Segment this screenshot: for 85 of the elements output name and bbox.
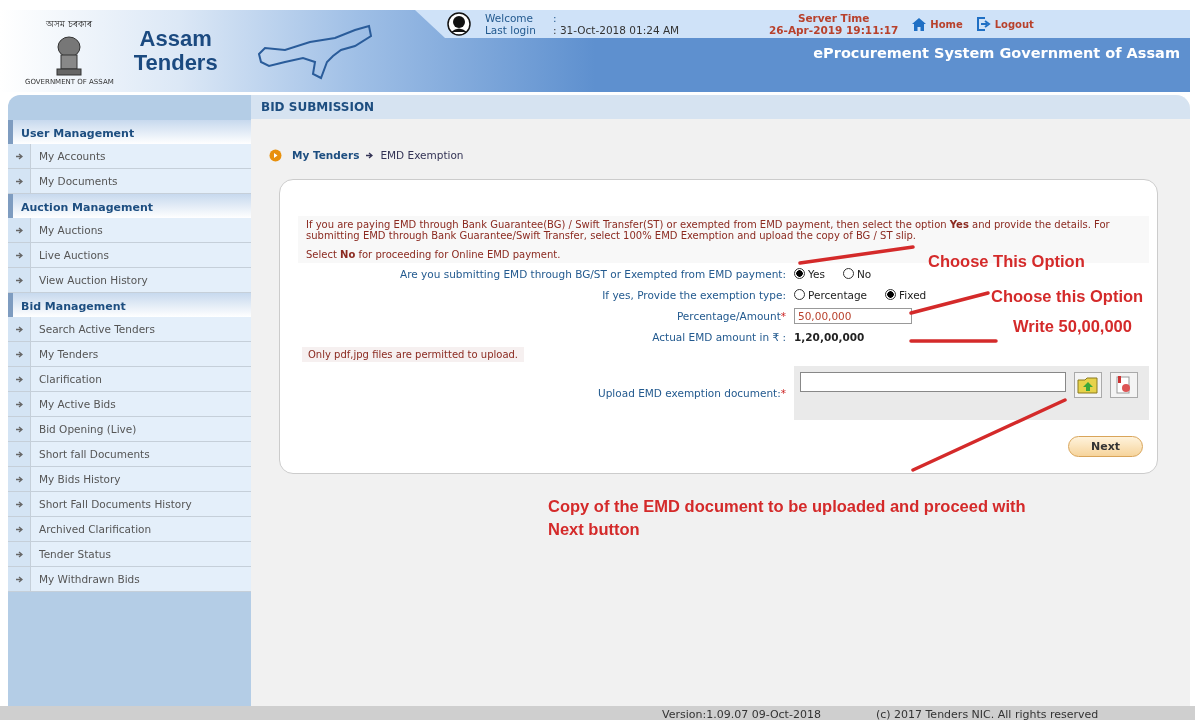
annotation-text: Choose this Option [991,286,1145,307]
sidebar-item[interactable]: My Withdrawn Bids [8,567,251,592]
question-label: If yes, Provide the exemption type: [601,288,787,301]
arrow-bullet-icon [15,500,23,508]
arrow-bullet-icon [15,400,23,408]
upload-folder-button[interactable] [1074,372,1102,398]
breadcrumb-link[interactable]: My Tenders [292,149,360,161]
file-path-field[interactable] [800,372,1066,392]
copyright-text: (c) 2017 Tenders NIC. All rights reserved [875,707,1099,720]
clear-file-button[interactable] [1110,372,1138,398]
sidebar-item[interactable]: Bid Opening (Live) [8,417,251,442]
amount-input[interactable]: 50,00,000 [794,307,912,324]
arrow-bullet-icon [15,276,23,284]
last-login-label: Last login [485,24,537,37]
sidebar-item[interactable]: Search Active Tenders [8,317,251,342]
sidebar-item[interactable]: My Bids History [8,467,251,492]
sidebar-item[interactable]: Tender Status [8,542,251,567]
amount-label: Percentage/Amount* [675,309,787,322]
arrow-bullet-icon [15,425,23,433]
govt-script-text: অসম চৰকাৰ [46,17,93,31]
sidebar-section-title: User Management [8,120,251,144]
sidebar-item[interactable]: Short Fall Documents History [8,492,251,517]
welcome-value: : [553,11,558,24]
logout-icon [976,17,991,31]
server-time-label: Server Time [797,11,870,24]
arrow-bullet-icon [15,450,23,458]
version-text: Version:1.09.07 09-Oct-2018 [662,707,821,720]
breadcrumb-current-text: EMD Exemption [380,149,464,161]
arrow-bullet-icon [15,152,23,160]
arrow-bullet-icon [15,375,23,383]
upload-label: Upload EMD exemption document:* [597,387,787,399]
sidebar-item[interactable]: Clarification [8,367,251,392]
last-login-value: : 31-Oct-2018 01:24 AM [553,24,681,37]
nav-link[interactable]: Logout [976,17,1034,31]
radio-option[interactable]: No [842,267,872,280]
arrow-bullet-icon [15,251,23,259]
arrow-bullet-icon [15,177,23,185]
annotation-text: Choose This Option [928,251,1086,272]
sidebar-section-title: Auction Management [8,194,251,218]
map-outline-icon [255,22,375,82]
radio-option[interactable]: Yes [794,267,825,280]
arrow-bullet-icon [15,325,23,333]
radio-button[interactable] [842,268,854,279]
arrow-bullet-icon [15,350,23,358]
home-icon [912,17,927,31]
site-title: Assam Tenders [133,26,218,76]
arrow-bullet-icon [15,575,23,583]
info-text: Select No for proceeding for Online EMD payment. [306,249,561,260]
sidebar-item[interactable]: Short fall Documents [8,442,251,467]
next-button[interactable]: Next [1067,436,1143,457]
arrow-bullet-icon [15,226,23,234]
radio-button[interactable] [794,268,805,279]
system-title: eProcurement System Government of Assam [812,44,1181,61]
annotation-text: Copy of the EMD document to be uploaded and proceed with Next button [548,496,1027,541]
sidebar-item[interactable]: Archived Clarification [8,517,251,542]
actual-emd-value: 1,20,00,000 [794,330,865,343]
document-icon [1115,375,1133,395]
nav-link[interactable]: Home [912,17,963,31]
sidebar-section-title: Bid Management [8,293,251,317]
radio-button[interactable] [885,289,897,300]
annotation-text: Write 50,00,000 [1013,316,1133,337]
sidebar-item[interactable]: View Auction History [8,268,251,293]
radio-option[interactable]: Percentage [794,288,868,301]
info-text: If you are paying EMD through Bank Guarantee(BG) / Swift Transfer(ST) or exempted from EMD payment, then select the option Yes and provide the details. For submitting EMD through Bank Guarantee/Swift Transfer, select 100% EMD Exemption and upload the copy of BG / ST slip. [306,219,1111,241]
server-time: 26-Apr-2019 19:11:17 [769,24,899,37]
user-avatar-icon [447,12,471,36]
breadcrumb-separator-icon [366,151,374,159]
page-title: BID SUBMISSION [251,95,1190,119]
arrow-bullet-icon [15,525,23,533]
radio-option[interactable]: Fixed [885,288,927,301]
question-label: Are you submitting EMD through BG/ST or Exempted from EMD payment: [399,267,787,280]
sidebar-item[interactable]: My Auctions [8,218,251,243]
folder-upload-icon [1077,376,1099,394]
circle-bullet-icon [269,148,282,162]
sidebar-item[interactable]: My Documents [8,169,251,194]
sidebar-item[interactable]: Live Auctions [8,243,251,268]
sidebar-item[interactable]: My Accounts [8,144,251,169]
arrow-bullet-icon [15,475,23,483]
arrow-bullet-icon [15,550,23,558]
sidebar-item[interactable]: My Active Bids [8,392,251,417]
file-note: Only pdf,jpg files are permitted to upload. [302,347,525,362]
actual-emd-label: Actual EMD amount in ₹ : [651,330,787,343]
radio-button[interactable] [794,289,805,300]
sidebar-item[interactable]: My Tenders [8,342,251,367]
welcome-label: Welcome [485,11,535,24]
